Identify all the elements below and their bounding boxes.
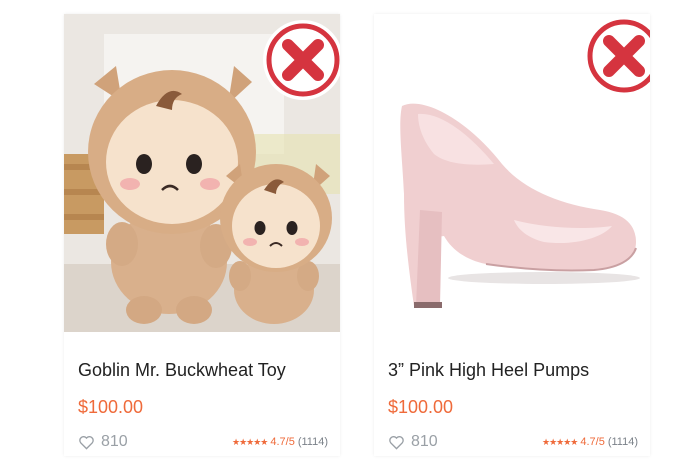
product-card-goblin-toy[interactable]: Goblin Mr. Buckwheat Toy $100.00 810 ★★★… bbox=[64, 14, 340, 456]
product-info: Goblin Mr. Buckwheat Toy $100.00 810 ★★★… bbox=[64, 332, 340, 456]
rating-score: 4.7/5 bbox=[270, 436, 295, 448]
review-count: (1114) bbox=[607, 436, 638, 448]
remove-button[interactable] bbox=[263, 20, 340, 100]
product-title[interactable]: Goblin Mr. Buckwheat Toy bbox=[78, 360, 286, 381]
like-button[interactable]: 810 bbox=[388, 433, 438, 451]
product-image-pink-heel[interactable] bbox=[374, 14, 650, 332]
product-title[interactable]: 3” Pink High Heel Pumps bbox=[388, 360, 589, 381]
close-icon bbox=[587, 19, 650, 93]
product-info: 3” Pink High Heel Pumps $100.00 810 ★★★★… bbox=[374, 332, 650, 456]
like-count: 810 bbox=[101, 433, 128, 450]
product-price: $100.00 bbox=[388, 397, 454, 417]
product-grid: Goblin Mr. Buckwheat Toy $100.00 810 ★★★… bbox=[0, 0, 694, 464]
product-card-pink-pumps[interactable]: 3” Pink High Heel Pumps $100.00 810 ★★★★… bbox=[374, 14, 650, 456]
like-count: 810 bbox=[411, 433, 438, 450]
product-rating: ★★★★★ 4.7/5 (1114) bbox=[542, 436, 638, 448]
rating-score: 4.7/5 bbox=[580, 436, 605, 448]
remove-button[interactable] bbox=[584, 16, 650, 96]
close-icon bbox=[266, 23, 340, 97]
review-count: (1114) bbox=[297, 436, 328, 448]
star-rating-icon: ★★★★★ bbox=[232, 436, 268, 447]
product-price: $100.00 bbox=[78, 397, 144, 417]
product-rating: ★★★★★ 4.7/5 (1114) bbox=[232, 436, 328, 448]
product-image-plush-toy[interactable] bbox=[64, 14, 340, 332]
heart-icon bbox=[79, 435, 94, 450]
like-button[interactable]: 810 bbox=[78, 433, 128, 451]
heart-icon bbox=[389, 435, 404, 450]
star-rating-icon: ★★★★★ bbox=[542, 436, 578, 447]
